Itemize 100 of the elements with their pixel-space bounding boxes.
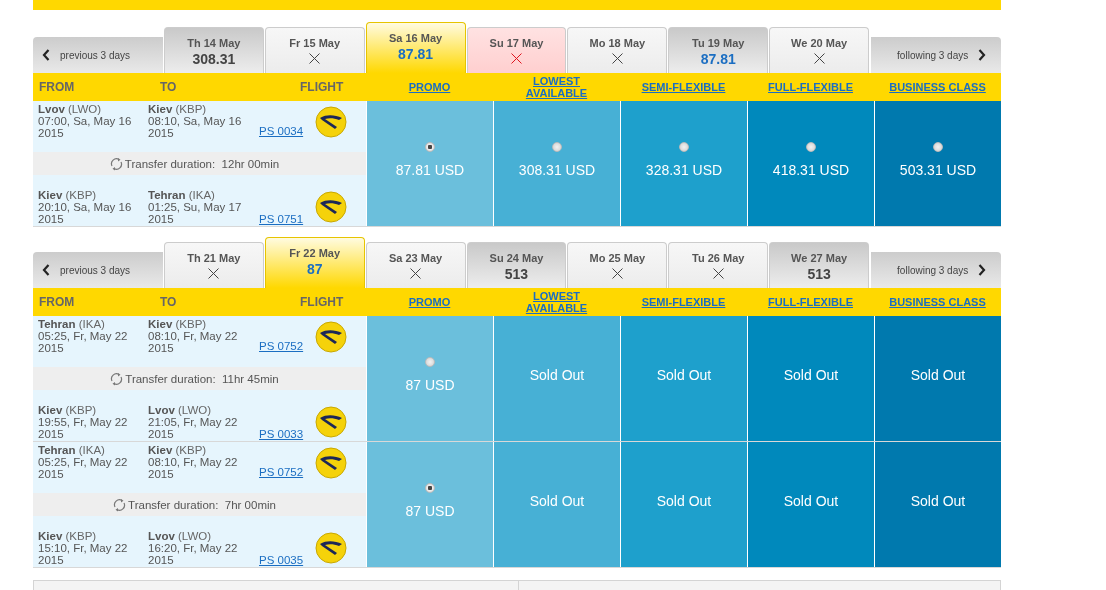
previous-days-button[interactable]: previous 3 days (33, 252, 163, 288)
arrival-time: 08:10, Fr, May 22 (148, 330, 238, 342)
sold-out-label: Sold Out (783, 366, 839, 383)
date-tab[interactable]: Mo 25 May (567, 242, 668, 288)
departure-time: 2015 (38, 428, 65, 440)
arrival-airport: Kiev (KBP) (148, 444, 208, 456)
departure-time: 20:10, Sa, May 16 (38, 201, 132, 213)
departure-time: 2015 (38, 127, 65, 139)
fare-class-link[interactable]: FULL-FLEXIBLE (768, 296, 853, 308)
date-price: 87.81 (700, 51, 736, 67)
arrival-airport: Kiev (KBP) (148, 318, 208, 330)
arrival-time: 2015 (148, 127, 175, 139)
arrival-time: 08:10, Sa, May 16 (148, 115, 242, 127)
fare-class-link[interactable]: LOWEST AVAILABLE (523, 75, 590, 99)
departure-time: 2015 (38, 554, 65, 566)
date-tab[interactable]: We 20 May (769, 27, 870, 73)
date-tab[interactable]: Tu 19 May 87.81 (668, 27, 769, 73)
fare-class-link[interactable]: LOWEST AVAILABLE (523, 290, 590, 314)
column-header: FROM (39, 295, 75, 309)
date-label: We 27 May (791, 252, 848, 264)
fare-price: 418.31 USD (772, 161, 850, 178)
date-label: Sa 16 May (389, 32, 443, 44)
fare-price: 87 USD (405, 502, 455, 519)
fare-class-link[interactable]: SEMI-FLEXIBLE (641, 81, 726, 93)
date-label: We 20 May (791, 37, 848, 49)
date-tab[interactable]: Th 21 May (163, 242, 264, 288)
date-tab[interactable]: We 27 May 513 (769, 242, 870, 288)
column-header: FLIGHT (300, 295, 344, 309)
fare-class-link[interactable]: BUSINESS CLASS (889, 296, 986, 308)
departure-time: 05:25, Fr, May 22 (38, 456, 128, 468)
column-header: FLIGHT (300, 80, 344, 94)
departure-time: 19:55, Fr, May 22 (38, 416, 128, 428)
arrival-airport: Lvov (LWO) (148, 404, 213, 416)
departure-airport: Lvov (LWO) (38, 103, 103, 115)
flight-number-link[interactable]: PS 0035 (259, 554, 304, 566)
sold-out-label: Sold Out (656, 492, 712, 509)
flight-number-link[interactable]: PS 0752 (259, 340, 304, 352)
fare-class-link[interactable]: BUSINESS CLASS (889, 81, 986, 93)
departure-airport: Kiev (KBP) (38, 404, 98, 416)
date-tab[interactable]: Sa 23 May (365, 242, 466, 288)
following-days-button[interactable]: following 3 days (871, 37, 1001, 73)
date-label: Tu 26 May (692, 252, 745, 264)
flight-number-link[interactable]: PS 0034 (259, 125, 304, 137)
date-label: Th 14 May (187, 37, 241, 49)
fare-class-link[interactable]: PROMO (408, 296, 451, 308)
date-tab[interactable]: Su 17 May (466, 27, 567, 73)
date-tab[interactable]: Su 24 May 513 (466, 242, 567, 288)
departure-airport: Kiev (KBP) (38, 530, 98, 542)
departure-airport: Kiev (KBP) (38, 189, 98, 201)
fare-price: 503.31 USD (899, 161, 977, 178)
departure-airport: Tehran (IKA) (38, 318, 106, 330)
fare-price: 87 USD (405, 376, 455, 393)
fare-price: 328.31 USD (645, 161, 723, 178)
transfer-duration: Transfer duration: 11hr 45min (125, 372, 279, 385)
departure-time: 2015 (38, 468, 65, 480)
arrival-airport: Lvov (LWO) (148, 530, 213, 542)
sold-out-label: Sold Out (910, 366, 966, 383)
date-label: Fr 22 May (289, 247, 341, 259)
flight-number-link[interactable]: PS 0752 (259, 466, 304, 478)
sold-out-label: Sold Out (910, 492, 966, 509)
column-header: TO (160, 80, 177, 94)
flight-number-link[interactable]: PS 0751 (259, 213, 304, 225)
fare-class-link[interactable]: SEMI-FLEXIBLE (641, 296, 726, 308)
date-label: Mo 25 May (589, 252, 646, 264)
arrival-time: 21:05, Fr, May 22 (148, 416, 238, 428)
previous-days-button[interactable]: previous 3 days (33, 37, 163, 73)
date-price: 308.31 (192, 51, 236, 67)
flight-number-link[interactable]: PS 0033 (259, 428, 304, 440)
fare-price: 87.81 USD (395, 161, 465, 178)
fare-price: 308.31 USD (518, 161, 596, 178)
arrival-time: 2015 (148, 213, 175, 225)
arrival-time: 01:25, Su, May 17 (148, 201, 242, 213)
date-price: 87.81 (398, 46, 434, 62)
date-label: Fr 15 May (289, 37, 341, 49)
departure-airport: Tehran (IKA) (38, 444, 106, 456)
fare-class-link[interactable]: PROMO (408, 81, 451, 93)
arrival-time: 2015 (148, 468, 175, 480)
arrival-time: 2015 (148, 554, 175, 566)
date-label: Th 21 May (187, 252, 241, 264)
date-tab[interactable]: Fr 15 May (264, 27, 365, 73)
date-tab[interactable]: Tu 26 May (668, 242, 769, 288)
arrival-time: 08:10, Fr, May 22 (148, 456, 238, 468)
following-days-button[interactable]: following 3 days (871, 252, 1001, 288)
sold-out-label: Sold Out (656, 366, 712, 383)
date-tab[interactable]: Fr 22 May 87 (264, 237, 365, 288)
date-label: Mo 18 May (589, 37, 646, 49)
departure-time: 15:10, Fr, May 22 (38, 542, 128, 554)
sold-out-label: Sold Out (529, 492, 585, 509)
date-label: Su 17 May (489, 37, 544, 49)
date-price: 513 (807, 266, 831, 282)
date-tab[interactable]: Th 14 May 308.31 (163, 27, 264, 73)
date-tab[interactable]: Sa 16 May 87.81 (365, 22, 466, 73)
column-header: FROM (39, 80, 75, 94)
fare-class-link[interactable]: FULL-FLEXIBLE (768, 81, 853, 93)
sold-out-label: Sold Out (783, 492, 839, 509)
date-tab[interactable]: Mo 18 May (567, 27, 668, 73)
transfer-duration: Transfer duration: 7hr 00min (128, 498, 276, 511)
date-label: Su 24 May (489, 252, 544, 264)
date-price: 87 (306, 261, 323, 277)
arrival-time: 2015 (148, 342, 175, 354)
